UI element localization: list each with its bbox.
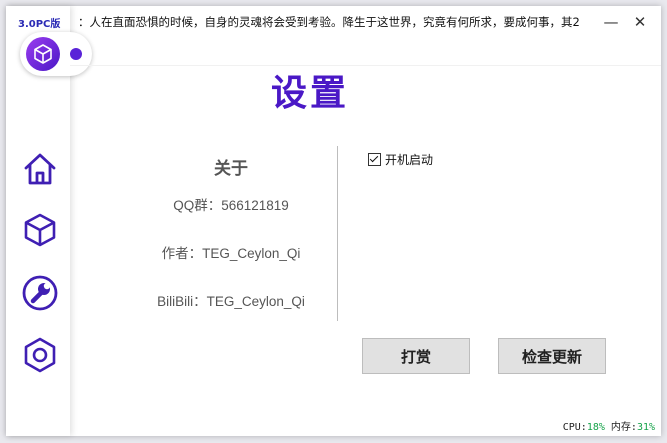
- hexagon-settings-icon[interactable]: [21, 336, 59, 374]
- cpu-label: CPU:: [562, 422, 587, 433]
- cube-icon[interactable]: [21, 211, 59, 249]
- autostart-label: 开机启动: [385, 153, 434, 167]
- marquee-text: ：人在直面恐惧的时候，自身的灵魂将会受到考验。降生于这世界，究竟有何所求，要成何…: [78, 15, 580, 29]
- wrench-icon[interactable]: [21, 274, 59, 312]
- version-label: 3.0PC版: [18, 19, 61, 30]
- logo-dot: [70, 48, 82, 60]
- section-divider: [337, 146, 338, 321]
- home-icon[interactable]: [21, 150, 59, 188]
- app-window: 3.0PC版 ：人在直面恐惧的时候，自身的灵魂将会受到考验。降生于这世界，究竟有…: [6, 6, 661, 436]
- bilibili-text: BiliBili：TEG_Ceylon_Qi: [157, 294, 305, 309]
- resource-status: CPU:18% 内存:31%: [563, 418, 655, 433]
- cube-logo-icon: [26, 37, 60, 71]
- memory-value: 31%: [636, 422, 655, 433]
- close-button[interactable]: ✕: [628, 11, 652, 33]
- donate-button[interactable]: 打赏: [362, 338, 470, 374]
- page-title: 设置: [270, 73, 349, 114]
- check-update-button[interactable]: 检查更新: [498, 338, 606, 374]
- about-heading: 关于: [214, 159, 248, 179]
- qq-group-text: QQ群：566121819: [173, 198, 289, 213]
- autostart-checkbox[interactable]: [368, 153, 381, 166]
- autostart-option[interactable]: 开机启动: [368, 151, 433, 168]
- memory-label: 内存:: [610, 422, 637, 433]
- author-text: 作者：TEG_Ceylon_Qi: [161, 246, 301, 261]
- cpu-value: 18%: [586, 422, 605, 433]
- minimize-button[interactable]: —: [599, 11, 623, 33]
- sidebar: 3.0PC版: [6, 6, 92, 436]
